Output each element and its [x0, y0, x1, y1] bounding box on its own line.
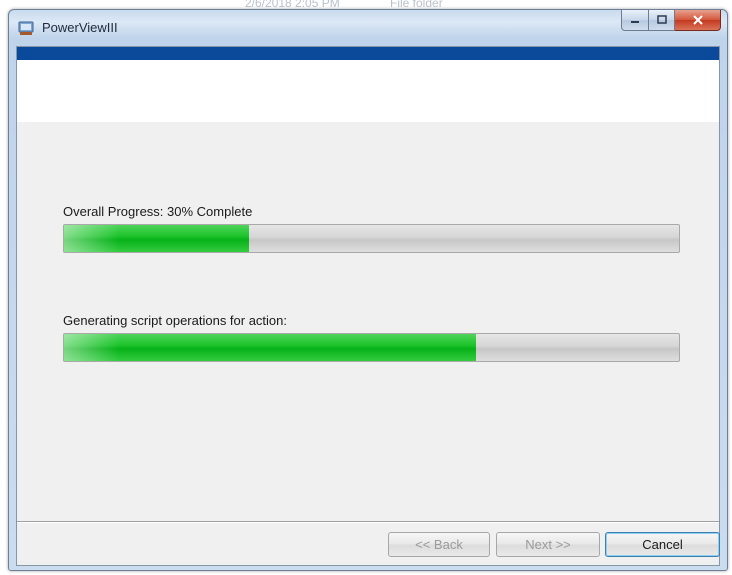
installer-window: PowerViewIII Overall Progress: 30% Compl…: [8, 9, 728, 571]
back-button[interactable]: << Back: [388, 532, 490, 557]
overall-progress-bar: [63, 224, 680, 253]
action-progress-fill: [64, 334, 477, 361]
minimize-icon: [631, 21, 639, 23]
maximize-button[interactable]: [649, 10, 675, 31]
minimize-button[interactable]: [621, 10, 649, 31]
caption-buttons: [621, 10, 721, 32]
maximize-icon: [656, 15, 667, 24]
overall-progress-label: Overall Progress: 30% Complete: [63, 204, 253, 219]
action-progress-label: Generating script operations for action:: [63, 313, 288, 328]
window-title: PowerViewIII: [42, 20, 118, 35]
close-icon: [692, 15, 703, 25]
next-button[interactable]: Next >>: [496, 532, 600, 557]
overall-progress-fill: [64, 225, 249, 252]
close-button[interactable]: [675, 10, 721, 31]
wizard-client-area: Overall Progress: 30% Complete Generatin…: [16, 46, 720, 566]
cancel-button[interactable]: Cancel: [605, 532, 720, 557]
title-bar[interactable]: PowerViewIII: [9, 10, 727, 46]
footer-separator-highlight: [17, 522, 719, 523]
header-panel: [17, 60, 719, 122]
app-icon: [18, 21, 34, 35]
header-accent-band: [17, 47, 719, 60]
action-progress-bar: [63, 333, 680, 362]
